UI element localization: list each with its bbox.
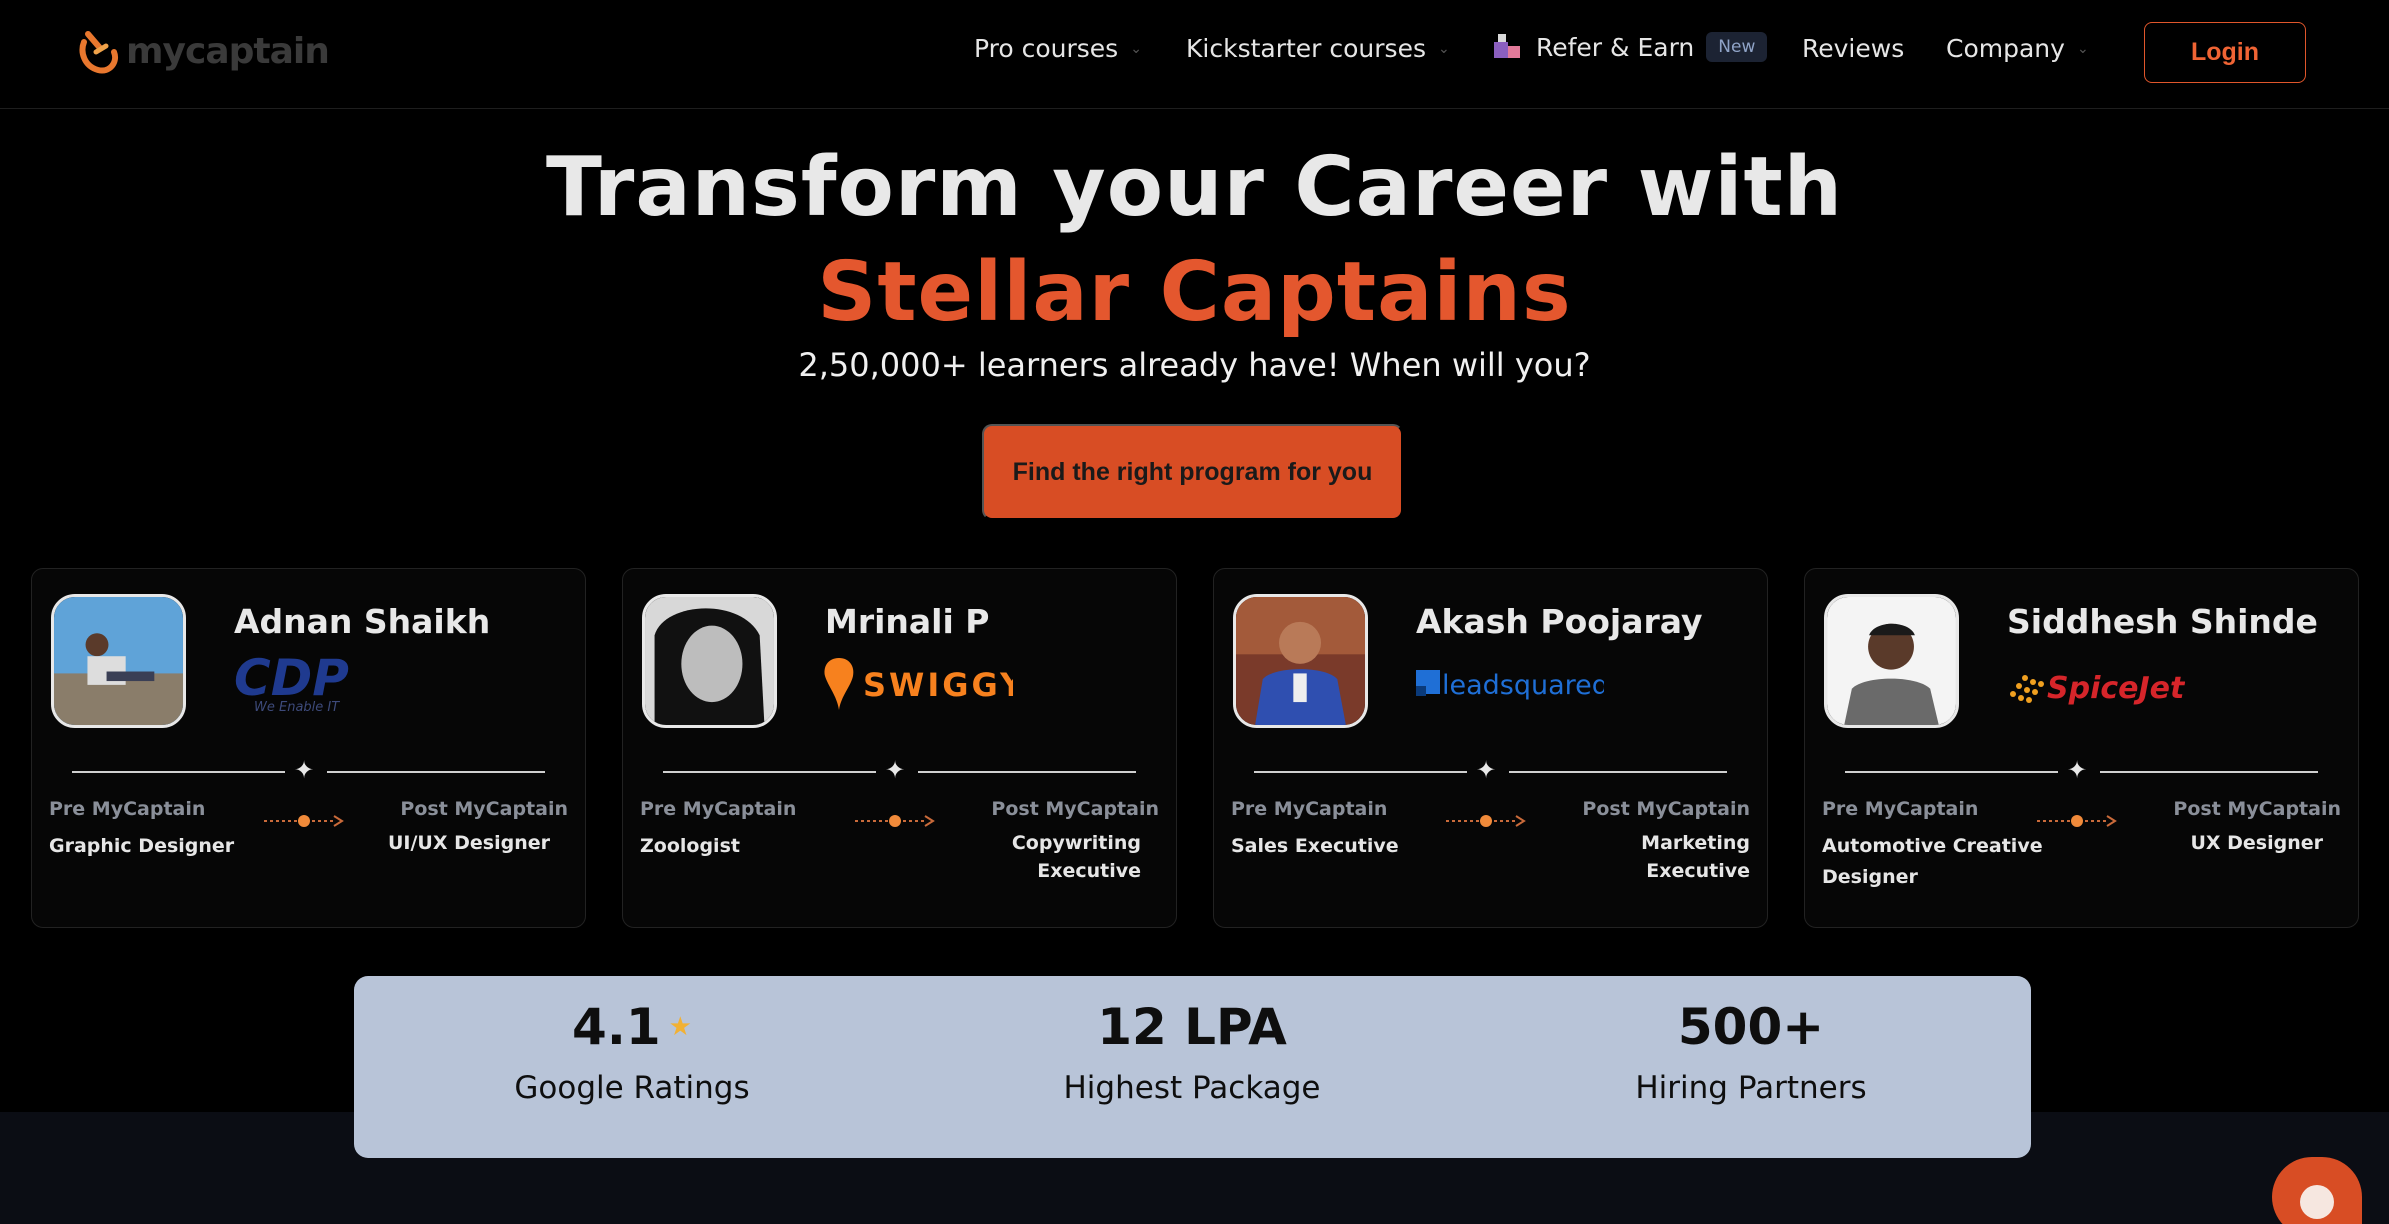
avatar — [1824, 594, 1959, 728]
avatar-photo — [1236, 597, 1365, 725]
pre-role: Zoologist — [640, 835, 740, 857]
new-badge: New — [1706, 32, 1768, 62]
captain-name: Siddhesh Shinde — [2007, 602, 2318, 641]
svg-text:leadsquared: leadsquared — [1442, 670, 1604, 701]
svg-text:CDP: CDP — [234, 651, 349, 707]
avatar — [1233, 594, 1368, 728]
pre-label: Pre MyCaptain — [49, 798, 206, 820]
chevron-down-icon: ⌄ — [1438, 40, 1450, 57]
stat-value: 4.1 — [572, 998, 661, 1056]
card-divider: ✦ — [663, 756, 1136, 784]
post-role: UI/UX Designer — [388, 832, 550, 854]
gift-icon — [1494, 34, 1520, 58]
company-logo: SpiceJet — [2005, 649, 2185, 719]
avatar — [51, 594, 186, 728]
hero-subtitle: 2,50,000+ learners already have! When wi… — [798, 346, 1591, 384]
captain-name: Adnan Shaikh — [234, 602, 491, 641]
nav-kickstarter-courses[interactable]: Kickstarter courses ⌄ — [1186, 34, 1450, 63]
sparkle-icon: ✦ — [294, 756, 315, 784]
chevron-down-icon: ⌄ — [1130, 40, 1142, 57]
nav-reviews[interactable]: Reviews — [1802, 34, 1904, 63]
svg-text:SWIGGY: SWIGGY — [863, 666, 1013, 704]
avatar — [642, 594, 777, 728]
nav-label: Refer & Earn — [1536, 32, 1695, 62]
stat-label: Hiring Partners — [1635, 1070, 1867, 1106]
card-divider: ✦ — [1254, 756, 1727, 784]
stats-panel: 4.1 ★ Google Ratings 12 LPA Highest Pack… — [354, 976, 2031, 1158]
stat-hiring-partners: 500+ Hiring Partners — [1551, 998, 1951, 1106]
stat-label: Google Ratings — [514, 1070, 750, 1106]
pre-role: Automotive Creative Designer — [1822, 835, 2043, 888]
captain-name: Mrinali P — [825, 602, 990, 641]
svg-text:SpiceJet: SpiceJet — [2047, 671, 2185, 706]
testimonial-card[interactable]: Mrinali P SWIGGY ✦ Pre MyCaptain Zoologi… — [622, 568, 1177, 928]
hero-title-highlight: Stellar Captains — [817, 245, 1572, 340]
company-logo: leadsquared — [1414, 649, 1604, 719]
card-divider: ✦ — [1845, 756, 2318, 784]
avatar-photo — [645, 597, 774, 725]
stat-google-ratings: 4.1 ★ Google Ratings — [432, 998, 832, 1106]
stat-value: 12 LPA — [1097, 998, 1287, 1056]
nav-refer-earn[interactable]: Refer & Earn New — [1490, 30, 1768, 64]
nav-label: Reviews — [1802, 34, 1905, 63]
find-program-button[interactable]: Find the right program for you — [982, 424, 1403, 520]
rocket-arrow-icon — [855, 815, 935, 827]
mycaptain-logo-icon — [79, 31, 118, 74]
chat-widget-button[interactable] — [2272, 1157, 2362, 1224]
rocket-arrow-icon — [2037, 815, 2117, 827]
rocket-arrow-icon — [264, 815, 344, 827]
nav-label: Company — [1946, 34, 2065, 63]
stat-value: 500+ — [1677, 998, 1825, 1056]
testimonial-card[interactable]: Siddhesh Shinde SpiceJet ✦ Pre MyCaptain… — [1804, 568, 2359, 928]
rocket-arrow-icon — [1446, 815, 1526, 827]
site-header: mycaptain Pro courses ⌄ Kickstarter cour… — [0, 0, 2389, 109]
pre-label: Pre MyCaptain — [640, 798, 797, 820]
sparkle-icon: ✦ — [2067, 756, 2088, 784]
pre-label: Pre MyCaptain — [1822, 798, 1979, 820]
post-label: Post MyCaptain — [1582, 798, 1750, 820]
svg-text:We Enable IT: We Enable IT — [254, 700, 340, 715]
avatar-photo — [54, 597, 183, 725]
post-role: Copywriting Executive — [1011, 832, 1141, 882]
company-logo: CDP We Enable IT — [232, 649, 412, 719]
logo-text: mycaptain — [126, 30, 330, 72]
pre-label: Pre MyCaptain — [1231, 798, 1388, 820]
star-icon: ★ — [668, 1012, 692, 1042]
nav-label: Pro courses — [974, 34, 1119, 63]
hero-title: Transform your Career with — [545, 140, 1844, 235]
stat-highest-package: 12 LPA Highest Package — [992, 998, 1392, 1106]
testimonial-card[interactable]: Adnan Shaikh CDP We Enable IT ✦ Pre MyCa… — [31, 568, 586, 928]
captain-name: Akash Poojaray — [1416, 602, 1703, 641]
login-button[interactable]: Login — [2144, 22, 2306, 83]
nav-company[interactable]: Company ⌄ — [1946, 34, 2089, 63]
sparkle-icon: ✦ — [1476, 756, 1497, 784]
avatar-photo — [1827, 597, 1956, 725]
nav-label: Kickstarter courses — [1186, 34, 1426, 63]
card-divider: ✦ — [72, 756, 545, 784]
post-role: Marketing Executive — [1641, 832, 1750, 882]
post-role: UX Designer — [2190, 832, 2323, 854]
testimonial-card[interactable]: Akash Poojaray leadsquared ✦ Pre MyCapta… — [1213, 568, 1768, 928]
company-logo: SWIGGY — [823, 649, 1013, 719]
chat-icon — [2300, 1185, 2334, 1219]
stat-label: Highest Package — [1063, 1070, 1321, 1106]
pre-role: Sales Executive — [1231, 835, 1399, 857]
logo[interactable]: mycaptain — [76, 28, 330, 74]
post-label: Post MyCaptain — [400, 798, 568, 820]
sparkle-icon: ✦ — [885, 756, 906, 784]
nav-pro-courses[interactable]: Pro courses ⌄ — [974, 34, 1142, 63]
post-label: Post MyCaptain — [2173, 798, 2341, 820]
chevron-down-icon: ⌄ — [2076, 40, 2089, 57]
post-label: Post MyCaptain — [991, 798, 1159, 820]
pre-role: Graphic Designer — [49, 835, 235, 857]
